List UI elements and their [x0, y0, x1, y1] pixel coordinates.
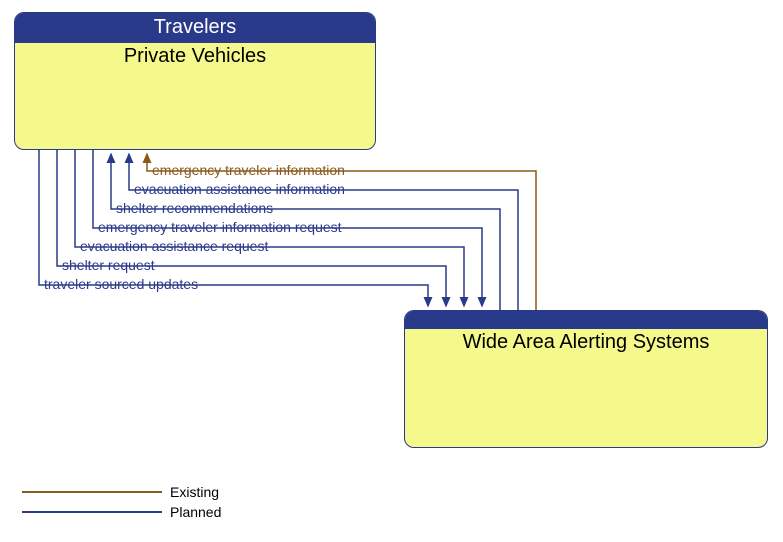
- legend-label: Existing: [170, 484, 219, 500]
- node-header: Travelers: [15, 13, 375, 43]
- legend: Existing Planned: [22, 482, 221, 522]
- node-title: Private Vehicles: [15, 43, 375, 70]
- legend-row-existing: Existing: [22, 482, 221, 502]
- flow-label: emergency traveler information request: [98, 219, 342, 235]
- flow-label: traveler sourced updates: [44, 276, 198, 292]
- flow-label: shelter request: [62, 257, 155, 273]
- flow-label: evacuation assistance request: [80, 238, 268, 254]
- legend-row-planned: Planned: [22, 502, 221, 522]
- node-wide-area-alerting-systems[interactable]: Wide Area Alerting Systems: [404, 310, 768, 448]
- flow-label: shelter recommendations: [116, 200, 273, 216]
- legend-label: Planned: [170, 504, 221, 520]
- node-title: Wide Area Alerting Systems: [405, 329, 767, 356]
- flow-label: emergency traveler information: [152, 162, 345, 178]
- legend-swatch-existing: [22, 491, 162, 493]
- flow-label: evacuation assistance information: [134, 181, 345, 197]
- legend-swatch-planned: [22, 511, 162, 513]
- node-header: [405, 311, 767, 329]
- node-travelers-private-vehicles[interactable]: Travelers Private Vehicles: [14, 12, 376, 150]
